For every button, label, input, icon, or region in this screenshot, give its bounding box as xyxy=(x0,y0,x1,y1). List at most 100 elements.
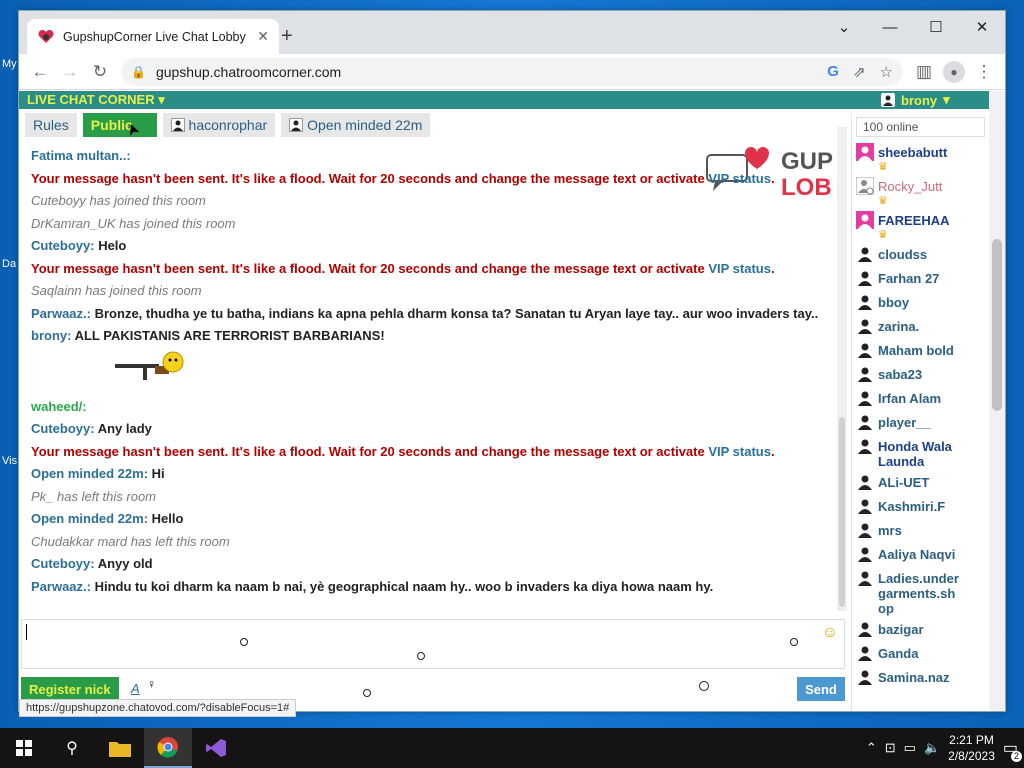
message-nick[interactable]: Fatima multan.. xyxy=(31,148,126,163)
male-user-icon xyxy=(856,644,874,662)
male-user-icon xyxy=(856,269,874,287)
notifications-icon[interactable]: ▭ 2 xyxy=(1003,738,1022,762)
message-nick[interactable]: Cuteboyy xyxy=(31,421,90,436)
message-nick[interactable]: brony xyxy=(31,328,67,343)
send-button[interactable]: Send xyxy=(797,677,845,701)
flood-warning-text: Your message hasn't been sent. It's like… xyxy=(31,443,709,459)
message-nick[interactable]: Parwaaz. xyxy=(31,579,87,594)
chat-message: Cuteboyy: Anyy old xyxy=(31,553,837,576)
user-list-item[interactable]: Maham bold xyxy=(856,339,989,363)
cursor-trail-dot xyxy=(417,652,425,660)
network-icon[interactable]: ▭ xyxy=(904,740,916,756)
user-list-item[interactable]: ALi-UET xyxy=(856,471,989,495)
page-scroll-thumb[interactable] xyxy=(992,239,1002,411)
search-icon[interactable]: ⚲ xyxy=(48,728,96,768)
user-list-item[interactable]: Ladies.undergarments.shop xyxy=(856,567,989,618)
nick-separator: : xyxy=(126,148,131,163)
user-name: bazigar xyxy=(878,622,924,637)
profile-button[interactable]: ● xyxy=(939,57,969,87)
volume-icon[interactable]: 🔈 xyxy=(924,740,940,756)
smiley-icon[interactable]: ☺ xyxy=(822,624,838,642)
message-nick[interactable]: Cuteboyy xyxy=(31,238,90,253)
maximize-icon[interactable]: ☐ xyxy=(913,11,959,43)
user-list-item[interactable]: Kashmiri.F xyxy=(856,495,989,519)
chat-tab[interactable]: Rules xyxy=(25,113,77,137)
file-explorer-icon[interactable] xyxy=(96,728,144,768)
chrome-icon[interactable] xyxy=(144,728,192,768)
desktop-label-3[interactable]: Vis xyxy=(2,455,17,467)
google-icon[interactable]: G xyxy=(827,63,839,81)
message-nick[interactable]: Open minded 22m xyxy=(31,511,144,526)
male-user-icon xyxy=(856,389,874,407)
url-text[interactable]: gupshup.chatroomcorner.com xyxy=(156,64,827,80)
reload-icon[interactable]: ↻ xyxy=(85,57,115,87)
back-icon[interactable]: ← xyxy=(25,57,55,87)
chevron-up-icon[interactable]: ⌃ xyxy=(866,740,877,756)
user-list-item[interactable]: Aaliya Naqvi xyxy=(856,543,989,567)
chat-tab[interactable]: haconrophar xyxy=(162,113,276,137)
message-nick[interactable]: waheed/ xyxy=(31,399,82,414)
user-name: player__ xyxy=(878,415,931,430)
user-list-item[interactable]: bboy xyxy=(856,291,989,315)
close-window-icon[interactable]: ✕ xyxy=(959,11,1005,43)
vip-status-link[interactable]: VIP status xyxy=(708,261,771,276)
network-status-icon[interactable]: ⊡ xyxy=(885,740,896,756)
chat-tab[interactable]: Open minded 22m xyxy=(281,113,431,137)
new-tab-icon[interactable]: + xyxy=(281,25,293,48)
away-user-icon xyxy=(856,177,874,195)
forward-icon[interactable]: → xyxy=(55,57,85,87)
bookmark-star-icon[interactable]: ☆ xyxy=(880,63,893,81)
windows-start-icon[interactable] xyxy=(0,728,48,768)
desktop-label-2[interactable]: Da xyxy=(2,258,16,270)
font-style-button[interactable]: A xyxy=(131,681,140,696)
desktop-label-1[interactable]: My xyxy=(2,58,17,70)
chat-scrollbar[interactable] xyxy=(837,127,847,611)
sidepanel-icon[interactable]: ▥ xyxy=(909,57,939,87)
page-scrollbar[interactable] xyxy=(989,91,1005,711)
current-user-menu[interactable]: brony ▾ xyxy=(881,92,950,108)
message-nick[interactable]: Cuteboyy xyxy=(31,556,90,571)
user-list-item[interactable]: zarina. xyxy=(856,315,989,339)
user-list-item[interactable]: Honda Wala Launda xyxy=(856,435,989,471)
male-user-icon xyxy=(856,497,874,515)
vip-status-link[interactable]: VIP status xyxy=(708,444,771,459)
user-list-item[interactable]: Farhan 27 xyxy=(856,267,989,291)
brand-title[interactable]: LIVE CHAT CORNER ▾ xyxy=(27,92,165,108)
user-name: bboy xyxy=(878,295,910,310)
lock-icon[interactable]: 🔒 xyxy=(131,65,146,79)
browser-tab[interactable]: GupshupCorner Live Chat Lobby ✕ xyxy=(27,19,279,54)
tab-close-icon[interactable]: ✕ xyxy=(257,28,269,45)
register-nick-button[interactable]: Register nick xyxy=(21,677,119,701)
menu-kebab-icon[interactable]: ⋮ xyxy=(969,57,999,87)
user-list-item[interactable]: saba23 xyxy=(856,363,989,387)
user-list-item[interactable]: player__ xyxy=(856,411,989,435)
chat-tabs: Rules Public ➤ haconrophar Open minded 22m xyxy=(25,113,431,137)
message-input[interactable]: ☺ xyxy=(21,619,845,669)
vip-status-link[interactable]: VIP status xyxy=(708,171,771,186)
male-user-icon xyxy=(856,413,874,431)
tab-search-icon[interactable]: ⌄ xyxy=(821,11,867,43)
user-list-item[interactable]: Samina.naz xyxy=(856,666,989,690)
bulb-icon[interactable]: ♀ xyxy=(147,677,156,691)
clock[interactable]: 2:21 PM 2/8/2023 xyxy=(948,732,995,764)
user-list-item[interactable]: Ganda xyxy=(856,642,989,666)
user-list-item[interactable]: cloudss xyxy=(856,243,989,267)
visual-studio-icon[interactable] xyxy=(192,728,240,768)
user-list-item[interactable]: bazigar xyxy=(856,618,989,642)
chat-message: Your message hasn't been sent. It's like… xyxy=(31,441,837,464)
male-user-icon xyxy=(856,317,874,335)
message-nick[interactable]: Parwaaz. xyxy=(31,306,87,321)
address-bar[interactable]: 🔒 gupshup.chatroomcorner.com G ⇗ ☆ xyxy=(121,57,903,86)
user-list-item[interactable]: FAREEHAA ♛ xyxy=(856,209,989,243)
chat-tab[interactable]: Public ➤ xyxy=(82,113,157,137)
chat-scroll-thumb[interactable] xyxy=(839,417,845,607)
user-list-item[interactable]: mrs xyxy=(856,519,989,543)
nick-separator: : xyxy=(143,511,152,526)
message-nick[interactable]: Open minded 22m xyxy=(31,466,144,481)
user-list-item[interactable]: sheebabutt ♛ xyxy=(856,141,989,175)
minimize-icon[interactable]: — xyxy=(867,11,913,43)
user-list-item[interactable]: Irfan Alam xyxy=(856,387,989,411)
user-list-item[interactable]: Rocky_Jutt ♛ xyxy=(856,175,989,209)
clock-time: 2:21 PM xyxy=(949,733,994,747)
share-icon[interactable]: ⇗ xyxy=(853,63,866,81)
